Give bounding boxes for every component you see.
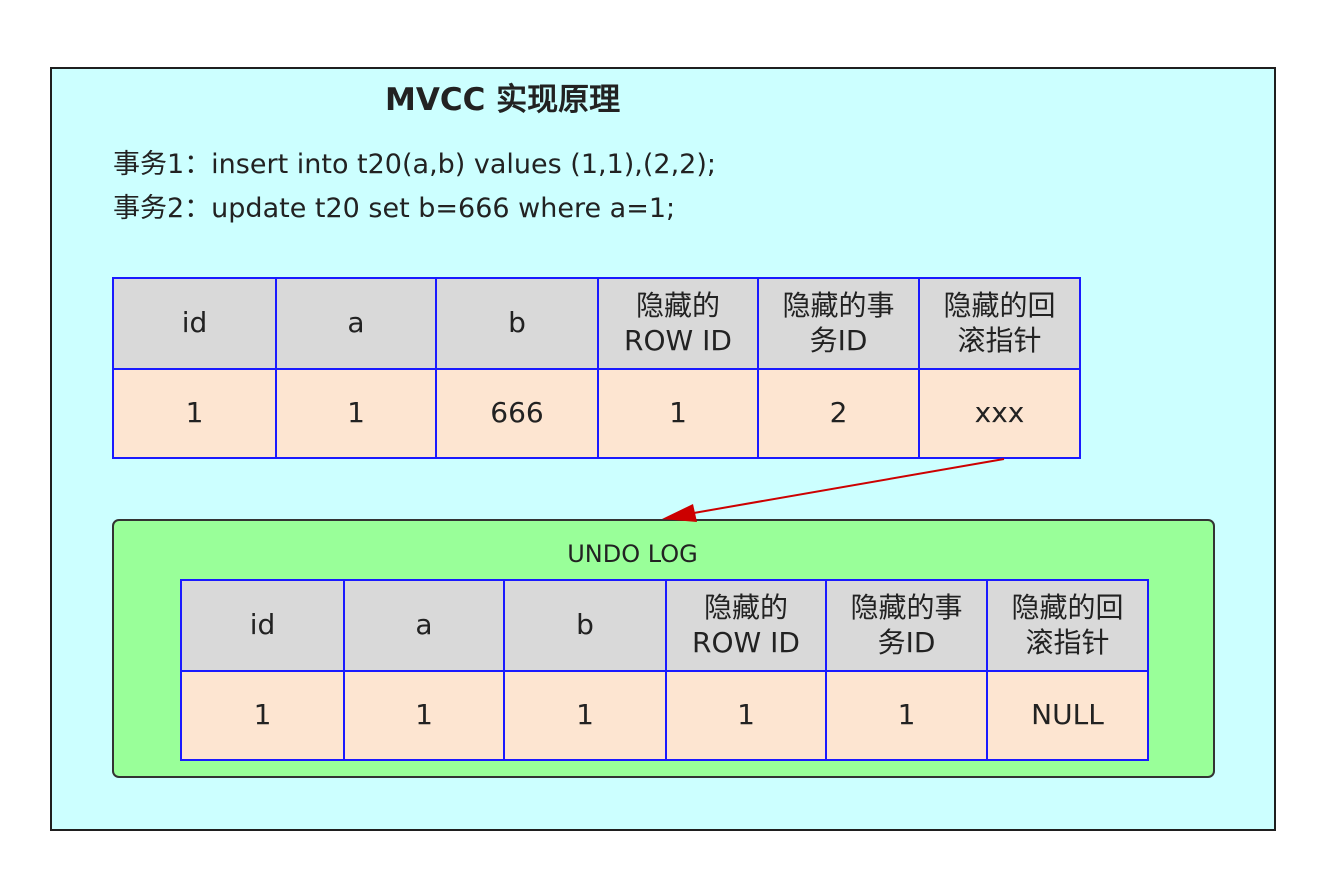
- arrow-line: [687, 458, 1005, 515]
- arrow-head-icon: [662, 504, 697, 522]
- roll-pointer-arrow: [662, 458, 1005, 522]
